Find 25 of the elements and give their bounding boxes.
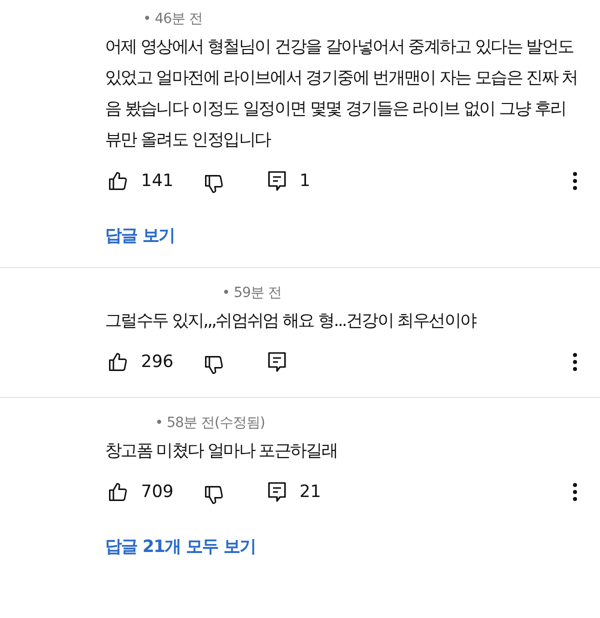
thumbs-down-icon[interactable] (203, 354, 226, 376)
comment-text: 창고폼 미쳤다 얼마나 포근하길래 (105, 440, 338, 463)
timestamp: • 46분 전 (143, 10, 202, 28)
like-count: 296 (141, 352, 174, 372)
view-replies-link[interactable]: 답글 21개 모두 보기 (105, 535, 256, 558)
thumbs-down-icon[interactable] (203, 173, 226, 195)
comment-icon[interactable] (267, 170, 288, 192)
thumbs-up-icon[interactable] (107, 170, 129, 192)
comment-text: 어제 영상에서 형철님이 건강을 갈아넣어서 중계하고 있다는 발언도 있었고 얼마전에 라이브에서 경기중에 번개맨이 자는 모습은 진짜 처음 봤습니다 이정도 일정이면 몇몇 경기들은 라이브 없이 그냥 후리뷰만 올려도 인정입니다 (105, 36, 578, 152)
more-icon[interactable] (572, 171, 578, 191)
like-count: 141 (141, 171, 174, 191)
view-replies-link[interactable]: 답글 보기 (105, 224, 175, 247)
reply-count: 21 (299, 482, 322, 502)
thumbs-up-icon[interactable] (107, 481, 129, 503)
comment-text: 그럴수두 있지,,,쉬엄쉬엄 해요 형...건강이 최우선이야 (105, 310, 478, 333)
more-icon[interactable] (572, 352, 578, 372)
timestamp: • 59분 전 (222, 284, 282, 302)
more-icon[interactable] (572, 482, 578, 502)
reply-count: 1 (299, 171, 310, 191)
thumbs-up-icon[interactable] (107, 351, 129, 373)
comment-icon[interactable] (267, 351, 288, 373)
thumbs-down-icon[interactable] (203, 484, 226, 506)
timestamp: • 58분 전(수정됨) (155, 414, 265, 432)
like-count: 709 (141, 482, 174, 502)
comment-icon[interactable] (267, 481, 288, 503)
